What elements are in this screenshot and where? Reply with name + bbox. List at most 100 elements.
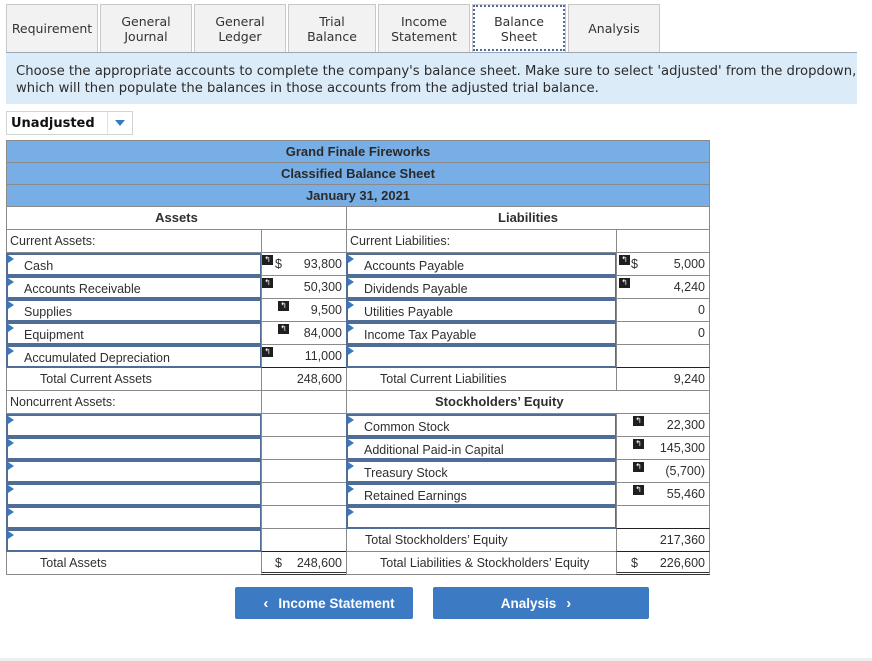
tab-general-journal[interactable]: General Journal — [100, 4, 192, 52]
asset-amount: ↰ 84,000 — [261, 322, 346, 345]
total-liabilities-equity: $ 226,600 — [616, 552, 710, 575]
assets-header: Assets — [6, 207, 346, 230]
tab-general-ledger[interactable]: General Ledger — [194, 4, 286, 52]
sheet-grid: Assets Liabilities Current Assets: Curre… — [6, 207, 710, 577]
total-equity-label: Total Stockholders’ Equity — [346, 529, 616, 552]
stockholders-equity-header: Stockholders’ Equity — [346, 391, 616, 414]
equity-amount: ↰ 22,300 — [616, 414, 710, 437]
dollar-sign: $ — [631, 257, 638, 271]
tab-income-statement[interactable]: Income Statement — [378, 4, 470, 52]
tab-bar: Requirement General Journal General Ledg… — [6, 4, 662, 52]
amount-value: 4,240 — [673, 280, 705, 294]
tab-trial-balance[interactable]: Trial Balance — [288, 4, 376, 52]
equity-account-select[interactable]: Additional Paid-in Capital — [346, 437, 617, 460]
instructions: Choose the appropriate accounts to compl… — [6, 53, 857, 104]
asset-account-select[interactable]: Supplies — [6, 299, 262, 322]
noncurrent-asset-select[interactable] — [6, 414, 262, 437]
amount-value: 9,500 — [310, 303, 342, 317]
flag-icon: ↰ — [262, 278, 273, 288]
flag-icon: ↰ — [633, 462, 644, 472]
noncurrent-asset-select[interactable] — [6, 506, 262, 529]
equity-account-select[interactable]: Treasury Stock — [346, 460, 617, 483]
flag-icon: ↰ — [633, 416, 644, 426]
dollar-sign: $ — [275, 556, 282, 570]
equity-amount: ↰ 145,300 — [616, 437, 710, 460]
asset-amount: ↰ 9,500 — [261, 299, 346, 322]
total-current-liabilities: 9,240 — [616, 368, 710, 391]
total-assets: $ 248,600 — [261, 552, 346, 575]
liability-account-select[interactable]: Dividends Payable — [346, 276, 617, 299]
equity-account-select[interactable]: Common Stock — [346, 414, 617, 437]
next-analysis-button[interactable]: Analysis › — [433, 587, 649, 619]
tab-requirement[interactable]: Requirement — [6, 4, 98, 52]
amount-value: 22,300 — [666, 418, 705, 432]
liability-account-select[interactable]: Income Tax Payable — [346, 322, 617, 345]
statement-title: Classified Balance Sheet — [6, 162, 710, 184]
noncurrent-asset-amount — [261, 506, 346, 529]
noncurrent-assets-label: Noncurrent Assets: — [6, 391, 261, 414]
amount-value: 84,000 — [303, 326, 342, 340]
total-assets-label: Total Assets — [6, 552, 261, 575]
dollar-sign: $ — [631, 556, 638, 570]
equity-amount: ↰ 55,460 — [616, 483, 710, 506]
flag-icon: ↰ — [262, 255, 273, 265]
chevron-left-icon: ‹ — [263, 594, 269, 612]
asset-account-select[interactable]: Cash — [6, 253, 262, 276]
noncurrent-asset-amount — [261, 460, 346, 483]
equity-amount: ↰ (5,700) — [616, 460, 710, 483]
noncurrent-asset-select[interactable] — [6, 529, 262, 552]
company-name: Grand Finale Fireworks — [6, 140, 710, 162]
liability-amount: 0 — [616, 322, 710, 345]
asset-account-select[interactable]: Accumulated Depreciation — [6, 345, 262, 368]
asset-amount: ↰ 50,300 — [261, 276, 346, 299]
chevron-down-icon[interactable] — [108, 120, 132, 126]
flag-icon: ↰ — [633, 439, 644, 449]
tab-analysis[interactable]: Analysis — [568, 4, 660, 52]
liability-account-select[interactable]: Utilities Payable — [346, 299, 617, 322]
amount-value: 226,600 — [659, 556, 705, 570]
balance-sheet: Grand Finale Fireworks Classified Balanc… — [6, 140, 710, 577]
noncurrent-asset-select[interactable] — [6, 437, 262, 460]
flag-icon: ↰ — [619, 278, 630, 288]
liability-amount — [616, 345, 710, 368]
equity-account-select[interactable]: Retained Earnings — [346, 483, 617, 506]
current-liabilities-label: Current Liabilities: — [346, 230, 616, 253]
amount-value: 50,300 — [303, 280, 342, 294]
empty-cell — [261, 230, 346, 253]
asset-amount: ↰ $ 93,800 — [261, 253, 346, 276]
flag-icon: ↰ — [278, 324, 289, 334]
liability-amount: ↰ 4,240 — [616, 276, 710, 299]
liabilities-header: Liabilities — [346, 207, 710, 230]
liability-account-select[interactable] — [346, 345, 617, 368]
prev-income-statement-button[interactable]: ‹ Income Statement — [235, 587, 413, 619]
amount-value: 145,300 — [659, 441, 705, 455]
adjusted-dropdown[interactable]: Unadjusted — [6, 111, 133, 135]
noncurrent-asset-amount — [261, 437, 346, 460]
dollar-sign: $ — [275, 257, 282, 271]
next-button-label: Analysis — [500, 595, 557, 611]
amount-value: 93,800 — [303, 257, 342, 271]
asset-account-select[interactable]: Equipment — [6, 322, 262, 345]
dropdown-value: Unadjusted — [11, 115, 95, 131]
liability-amount: ↰ $ 5,000 — [616, 253, 710, 276]
tab-balance-sheet[interactable]: Balance Sheet — [472, 4, 566, 52]
noncurrent-asset-amount — [261, 529, 346, 552]
flag-icon: ↰ — [262, 347, 273, 357]
total-equity: 217,360 — [616, 529, 710, 552]
amount-value: 55,460 — [666, 487, 705, 501]
equity-account-select[interactable] — [346, 506, 617, 529]
noncurrent-asset-amount — [261, 414, 346, 437]
total-current-liabilities-label: Total Current Liabilities — [346, 368, 616, 391]
liability-amount: 0 — [616, 299, 710, 322]
amount-value: (5,700) — [665, 464, 705, 478]
flag-icon: ↰ — [619, 255, 630, 265]
noncurrent-asset-amount — [261, 483, 346, 506]
asset-amount: ↰ 11,000 — [261, 345, 346, 368]
liability-account-select[interactable]: Accounts Payable — [346, 253, 617, 276]
total-liabilities-equity-label: Total Liabilities & Stockholders’ Equity — [346, 552, 616, 575]
noncurrent-asset-select[interactable] — [6, 460, 262, 483]
flag-icon: ↰ — [633, 485, 644, 495]
asset-account-select[interactable]: Accounts Receivable — [6, 276, 262, 299]
noncurrent-asset-select[interactable] — [6, 483, 262, 506]
empty-cell — [261, 391, 346, 414]
